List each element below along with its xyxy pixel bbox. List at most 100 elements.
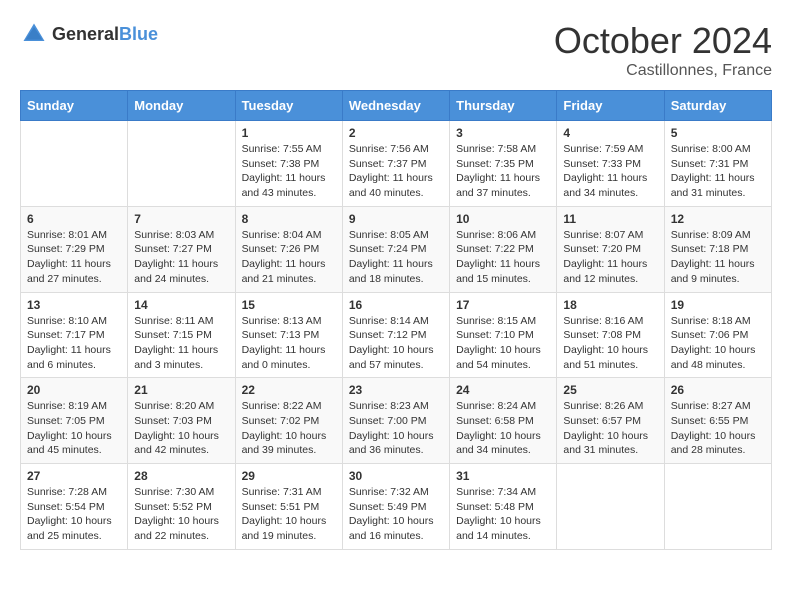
table-row: 4 Sunrise: 7:59 AM Sunset: 7:33 PM Daylig… bbox=[557, 121, 664, 207]
col-thursday: Thursday bbox=[450, 91, 557, 121]
day-number: 23 bbox=[349, 383, 443, 397]
day-number: 9 bbox=[349, 212, 443, 226]
day-number: 12 bbox=[671, 212, 765, 226]
calendar-week-row: 20Sunrise: 8:19 AM Sunset: 7:05 PM Dayli… bbox=[21, 378, 772, 464]
day-number: 22 bbox=[242, 383, 336, 397]
day-info: Sunrise: 8:00 AM Sunset: 7:31 PM Dayligh… bbox=[671, 142, 765, 201]
calendar-table: Sunday Monday Tuesday Wednesday Thursday… bbox=[20, 90, 772, 550]
day-info: Sunrise: 8:10 AM Sunset: 7:17 PM Dayligh… bbox=[27, 314, 121, 373]
table-row: 7 Sunrise: 8:03 AM Sunset: 7:27 PM Daylig… bbox=[128, 206, 235, 292]
calendar-week-row: 27 Sunrise: 7:28 AM Sunset: 5:54 PM Dayli… bbox=[21, 464, 772, 550]
table-row: 29Sunrise: 7:31 AM Sunset: 5:51 PM Dayli… bbox=[235, 464, 342, 550]
day-info: Sunrise: 7:56 AM Sunset: 7:37 PM Dayligh… bbox=[349, 142, 443, 201]
table-row: 26 Sunrise: 8:27 AM Sunset: 6:55 PM Dayli… bbox=[664, 378, 771, 464]
day-info: Sunrise: 8:18 AM Sunset: 7:06 PM Dayligh… bbox=[671, 314, 765, 373]
logo-icon bbox=[20, 20, 48, 48]
day-info: Sunrise: 8:22 AM Sunset: 7:02 PM Dayligh… bbox=[242, 399, 336, 458]
logo: GeneralBlue bbox=[20, 20, 158, 48]
table-row bbox=[557, 464, 664, 550]
day-info: Sunrise: 7:58 AM Sunset: 7:35 PM Dayligh… bbox=[456, 142, 550, 201]
day-info: Sunrise: 8:16 AM Sunset: 7:08 PM Dayligh… bbox=[563, 314, 657, 373]
day-number: 27 bbox=[27, 469, 121, 483]
day-number: 7 bbox=[134, 212, 228, 226]
table-row: 22 Sunrise: 8:22 AM Sunset: 7:02 PM Dayli… bbox=[235, 378, 342, 464]
table-row: 25 Sunrise: 8:26 AM Sunset: 6:57 PM Dayli… bbox=[557, 378, 664, 464]
day-number: 26 bbox=[671, 383, 765, 397]
day-info: Sunrise: 8:27 AM Sunset: 6:55 PM Dayligh… bbox=[671, 399, 765, 458]
day-number: 1 bbox=[242, 126, 336, 140]
calendar-header-row: Sunday Monday Tuesday Wednesday Thursday… bbox=[21, 91, 772, 121]
day-number: 14 bbox=[134, 298, 228, 312]
table-row: 21Sunrise: 8:20 AM Sunset: 7:03 PM Dayli… bbox=[128, 378, 235, 464]
day-info: Sunrise: 8:13 AM Sunset: 7:13 PM Dayligh… bbox=[242, 314, 336, 373]
table-row: 30Sunrise: 7:32 AM Sunset: 5:49 PM Dayli… bbox=[342, 464, 449, 550]
day-number: 4 bbox=[563, 126, 657, 140]
day-number: 20 bbox=[27, 383, 121, 397]
table-row: 20Sunrise: 8:19 AM Sunset: 7:05 PM Dayli… bbox=[21, 378, 128, 464]
day-info: Sunrise: 8:20 AM Sunset: 7:03 PM Dayligh… bbox=[134, 399, 228, 458]
day-number: 5 bbox=[671, 126, 765, 140]
day-info: Sunrise: 8:01 AM Sunset: 7:29 PM Dayligh… bbox=[27, 228, 121, 287]
day-info: Sunrise: 8:11 AM Sunset: 7:15 PM Dayligh… bbox=[134, 314, 228, 373]
table-row: 15 Sunrise: 8:13 AM Sunset: 7:13 PM Dayli… bbox=[235, 292, 342, 378]
day-info: Sunrise: 8:03 AM Sunset: 7:27 PM Dayligh… bbox=[134, 228, 228, 287]
day-info: Sunrise: 7:55 AM Sunset: 7:38 PM Dayligh… bbox=[242, 142, 336, 201]
title-section: October 2024 Castillonnes, France bbox=[554, 20, 772, 80]
day-number: 3 bbox=[456, 126, 550, 140]
day-number: 11 bbox=[563, 212, 657, 226]
day-info: Sunrise: 8:14 AM Sunset: 7:12 PM Dayligh… bbox=[349, 314, 443, 373]
table-row: 13 Sunrise: 8:10 AM Sunset: 7:17 PM Dayli… bbox=[21, 292, 128, 378]
day-number: 30 bbox=[349, 469, 443, 483]
table-row: 9 Sunrise: 8:05 AM Sunset: 7:24 PM Daylig… bbox=[342, 206, 449, 292]
table-row: 11 Sunrise: 8:07 AM Sunset: 7:20 PM Dayli… bbox=[557, 206, 664, 292]
calendar-week-row: 13 Sunrise: 8:10 AM Sunset: 7:17 PM Dayli… bbox=[21, 292, 772, 378]
day-number: 6 bbox=[27, 212, 121, 226]
table-row: 10Sunrise: 8:06 AM Sunset: 7:22 PM Dayli… bbox=[450, 206, 557, 292]
col-sunday: Sunday bbox=[21, 91, 128, 121]
calendar-week-row: 6 Sunrise: 8:01 AM Sunset: 7:29 PM Daylig… bbox=[21, 206, 772, 292]
day-number: 15 bbox=[242, 298, 336, 312]
table-row: 12Sunrise: 8:09 AM Sunset: 7:18 PM Dayli… bbox=[664, 206, 771, 292]
table-row: 27 Sunrise: 7:28 AM Sunset: 5:54 PM Dayli… bbox=[21, 464, 128, 550]
day-info: Sunrise: 8:15 AM Sunset: 7:10 PM Dayligh… bbox=[456, 314, 550, 373]
table-row: 17 Sunrise: 8:15 AM Sunset: 7:10 PM Dayli… bbox=[450, 292, 557, 378]
table-row: 24 Sunrise: 8:24 AM Sunset: 6:58 PM Dayli… bbox=[450, 378, 557, 464]
day-number: 16 bbox=[349, 298, 443, 312]
logo-general: GeneralBlue bbox=[52, 24, 158, 45]
table-row: 28Sunrise: 7:30 AM Sunset: 5:52 PM Dayli… bbox=[128, 464, 235, 550]
day-number: 8 bbox=[242, 212, 336, 226]
day-info: Sunrise: 8:24 AM Sunset: 6:58 PM Dayligh… bbox=[456, 399, 550, 458]
table-row bbox=[128, 121, 235, 207]
col-saturday: Saturday bbox=[664, 91, 771, 121]
day-number: 25 bbox=[563, 383, 657, 397]
day-number: 19 bbox=[671, 298, 765, 312]
calendar-week-row: 1 Sunrise: 7:55 AM Sunset: 7:38 PM Daylig… bbox=[21, 121, 772, 207]
day-info: Sunrise: 8:07 AM Sunset: 7:20 PM Dayligh… bbox=[563, 228, 657, 287]
table-row: 5 Sunrise: 8:00 AM Sunset: 7:31 PM Daylig… bbox=[664, 121, 771, 207]
table-row: 6 Sunrise: 8:01 AM Sunset: 7:29 PM Daylig… bbox=[21, 206, 128, 292]
day-info: Sunrise: 7:31 AM Sunset: 5:51 PM Dayligh… bbox=[242, 485, 336, 544]
table-row: 8 Sunrise: 8:04 AM Sunset: 7:26 PM Daylig… bbox=[235, 206, 342, 292]
day-info: Sunrise: 8:05 AM Sunset: 7:24 PM Dayligh… bbox=[349, 228, 443, 287]
table-row: 31 Sunrise: 7:34 AM Sunset: 5:48 PM Dayli… bbox=[450, 464, 557, 550]
day-number: 31 bbox=[456, 469, 550, 483]
location-title: Castillonnes, France bbox=[554, 62, 772, 80]
day-number: 24 bbox=[456, 383, 550, 397]
day-number: 18 bbox=[563, 298, 657, 312]
table-row: 18 Sunrise: 8:16 AM Sunset: 7:08 PM Dayli… bbox=[557, 292, 664, 378]
day-info: Sunrise: 8:04 AM Sunset: 7:26 PM Dayligh… bbox=[242, 228, 336, 287]
day-info: Sunrise: 8:06 AM Sunset: 7:22 PM Dayligh… bbox=[456, 228, 550, 287]
day-number: 13 bbox=[27, 298, 121, 312]
day-info: Sunrise: 7:28 AM Sunset: 5:54 PM Dayligh… bbox=[27, 485, 121, 544]
col-friday: Friday bbox=[557, 91, 664, 121]
col-wednesday: Wednesday bbox=[342, 91, 449, 121]
col-tuesday: Tuesday bbox=[235, 91, 342, 121]
day-number: 17 bbox=[456, 298, 550, 312]
table-row: 16 Sunrise: 8:14 AM Sunset: 7:12 PM Dayli… bbox=[342, 292, 449, 378]
table-row: 23Sunrise: 8:23 AM Sunset: 7:00 PM Dayli… bbox=[342, 378, 449, 464]
day-number: 28 bbox=[134, 469, 228, 483]
month-title: October 2024 bbox=[554, 20, 772, 62]
day-info: Sunrise: 7:59 AM Sunset: 7:33 PM Dayligh… bbox=[563, 142, 657, 201]
day-info: Sunrise: 8:26 AM Sunset: 6:57 PM Dayligh… bbox=[563, 399, 657, 458]
day-info: Sunrise: 7:34 AM Sunset: 5:48 PM Dayligh… bbox=[456, 485, 550, 544]
